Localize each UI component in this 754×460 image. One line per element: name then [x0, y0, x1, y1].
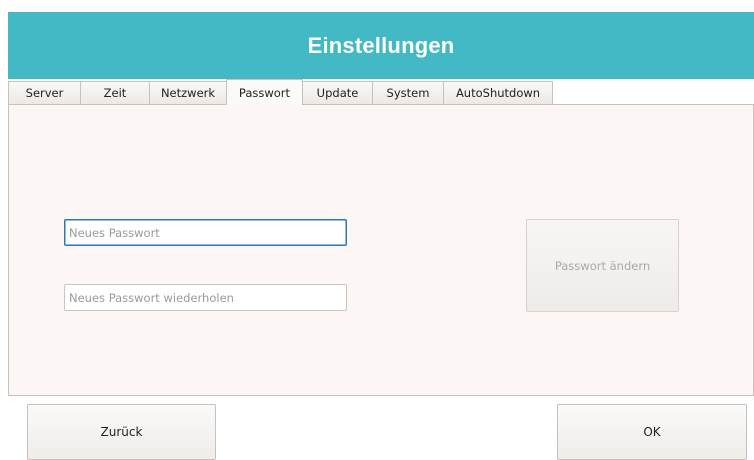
tab-netzwerk[interactable]: Netzwerk [149, 81, 227, 104]
tab-server[interactable]: Server [8, 81, 81, 104]
title-bar: Einstellungen [8, 12, 754, 79]
tab-autoshutdown[interactable]: AutoShutdown [443, 81, 553, 104]
back-button-label: Zurück [100, 425, 143, 439]
tab-bar: Server Zeit Netzwerk Passwort Update Sys… [8, 79, 754, 105]
ok-button[interactable]: OK [557, 404, 747, 460]
ok-button-label: OK [643, 425, 661, 439]
window-title: Einstellungen [307, 32, 455, 58]
password-settings-panel: Passwort ändern [8, 105, 754, 396]
change-password-label: Passwort ändern [554, 258, 651, 273]
tab-update[interactable]: Update [302, 81, 373, 104]
tab-passwort[interactable]: Passwort [226, 79, 303, 105]
new-password-field[interactable] [64, 219, 347, 246]
repeat-password-field[interactable] [64, 284, 347, 311]
tab-system[interactable]: System [372, 81, 444, 104]
change-password-button[interactable]: Passwort ändern [526, 219, 679, 312]
tab-zeit[interactable]: Zeit [80, 81, 150, 104]
back-button[interactable]: Zurück [27, 404, 216, 460]
